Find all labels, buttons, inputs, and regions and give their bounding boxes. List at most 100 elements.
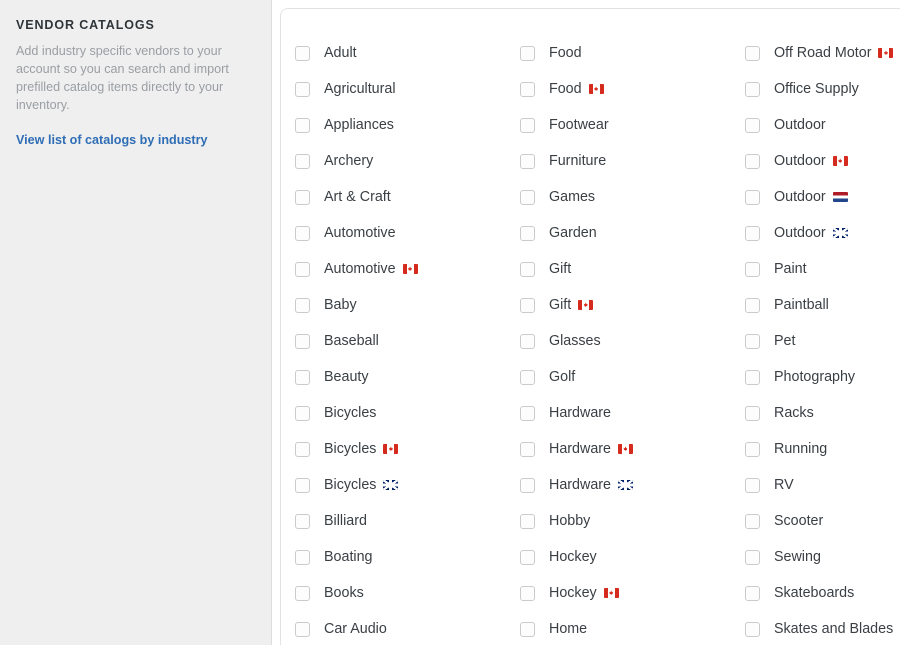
checkbox-icon[interactable]: [520, 262, 535, 277]
checkbox-icon[interactable]: [520, 226, 535, 241]
catalog-checkbox-row[interactable]: Outdoor: [745, 107, 900, 143]
checkbox-icon[interactable]: [520, 154, 535, 169]
catalog-checkbox-row[interactable]: Boating: [295, 539, 520, 575]
checkbox-icon[interactable]: [520, 406, 535, 421]
checkbox-icon[interactable]: [295, 406, 310, 421]
checkbox-icon[interactable]: [745, 586, 760, 601]
catalog-checkbox-row[interactable]: Hardware: [520, 431, 745, 467]
catalog-checkbox-row[interactable]: Bicycles: [295, 395, 520, 431]
checkbox-icon[interactable]: [745, 370, 760, 385]
catalog-checkbox-row[interactable]: Outdoor: [745, 215, 900, 251]
checkbox-icon[interactable]: [520, 298, 535, 313]
catalog-checkbox-row[interactable]: Skates and Blades: [745, 611, 900, 645]
checkbox-icon[interactable]: [520, 190, 535, 205]
catalog-checkbox-row[interactable]: Glasses: [520, 323, 745, 359]
catalog-checkbox-row[interactable]: Beauty: [295, 359, 520, 395]
checkbox-icon[interactable]: [295, 226, 310, 241]
catalog-checkbox-row[interactable]: Games: [520, 179, 745, 215]
catalog-checkbox-row[interactable]: Sewing: [745, 539, 900, 575]
checkbox-icon[interactable]: [295, 334, 310, 349]
catalog-checkbox-row[interactable]: Garden: [520, 215, 745, 251]
checkbox-icon[interactable]: [745, 622, 760, 637]
catalog-checkbox-row[interactable]: Agricultural: [295, 71, 520, 107]
checkbox-icon[interactable]: [745, 46, 760, 61]
catalog-checkbox-row[interactable]: Office Supply: [745, 71, 900, 107]
checkbox-icon[interactable]: [745, 226, 760, 241]
catalog-checkbox-row[interactable]: Gift: [520, 251, 745, 287]
catalog-checkbox-row[interactable]: Photography: [745, 359, 900, 395]
catalog-checkbox-row[interactable]: Adult: [295, 35, 520, 71]
catalog-checkbox-row[interactable]: Food: [520, 71, 745, 107]
checkbox-icon[interactable]: [295, 82, 310, 97]
checkbox-icon[interactable]: [745, 298, 760, 313]
checkbox-icon[interactable]: [520, 82, 535, 97]
checkbox-icon[interactable]: [745, 262, 760, 277]
catalog-checkbox-row[interactable]: Bicycles: [295, 431, 520, 467]
catalog-checkbox-row[interactable]: Racks: [745, 395, 900, 431]
checkbox-icon[interactable]: [295, 622, 310, 637]
checkbox-icon[interactable]: [295, 190, 310, 205]
catalog-checkbox-row[interactable]: Home: [520, 611, 745, 645]
catalog-checkbox-row[interactable]: Billiard: [295, 503, 520, 539]
catalog-checkbox-row[interactable]: Golf: [520, 359, 745, 395]
checkbox-icon[interactable]: [295, 442, 310, 457]
catalog-checkbox-row[interactable]: Furniture: [520, 143, 745, 179]
catalog-checkbox-row[interactable]: Books: [295, 575, 520, 611]
catalog-checkbox-row[interactable]: Baseball: [295, 323, 520, 359]
catalog-checkbox-row[interactable]: Archery: [295, 143, 520, 179]
checkbox-icon[interactable]: [745, 406, 760, 421]
checkbox-icon[interactable]: [745, 334, 760, 349]
checkbox-icon[interactable]: [295, 262, 310, 277]
checkbox-icon[interactable]: [520, 514, 535, 529]
catalog-checkbox-row[interactable]: RV: [745, 467, 900, 503]
checkbox-icon[interactable]: [520, 478, 535, 493]
checkbox-icon[interactable]: [295, 298, 310, 313]
catalog-checkbox-row[interactable]: Paint: [745, 251, 900, 287]
checkbox-icon[interactable]: [520, 370, 535, 385]
checkbox-icon[interactable]: [295, 370, 310, 385]
checkbox-icon[interactable]: [745, 514, 760, 529]
checkbox-icon[interactable]: [520, 334, 535, 349]
catalog-checkbox-row[interactable]: Running: [745, 431, 900, 467]
catalog-checkbox-row[interactable]: Car Audio: [295, 611, 520, 645]
checkbox-icon[interactable]: [520, 118, 535, 133]
checkbox-icon[interactable]: [745, 478, 760, 493]
checkbox-icon[interactable]: [745, 82, 760, 97]
catalog-checkbox-row[interactable]: Pet: [745, 323, 900, 359]
checkbox-icon[interactable]: [520, 550, 535, 565]
checkbox-icon[interactable]: [295, 550, 310, 565]
catalog-checkbox-row[interactable]: Skateboards: [745, 575, 900, 611]
catalog-checkbox-row[interactable]: Appliances: [295, 107, 520, 143]
catalog-checkbox-row[interactable]: Hockey: [520, 539, 745, 575]
catalog-checkbox-row[interactable]: Outdoor: [745, 143, 900, 179]
checkbox-icon[interactable]: [745, 118, 760, 133]
catalog-checkbox-row[interactable]: Automotive: [295, 215, 520, 251]
catalog-checkbox-row[interactable]: Art & Craft: [295, 179, 520, 215]
checkbox-icon[interactable]: [295, 46, 310, 61]
view-catalogs-by-industry-link[interactable]: View list of catalogs by industry: [16, 132, 208, 148]
checkbox-icon[interactable]: [520, 46, 535, 61]
catalog-checkbox-row[interactable]: Hobby: [520, 503, 745, 539]
checkbox-icon[interactable]: [295, 514, 310, 529]
catalog-checkbox-row[interactable]: Gift: [520, 287, 745, 323]
catalog-checkbox-row[interactable]: Scooter: [745, 503, 900, 539]
checkbox-icon[interactable]: [295, 118, 310, 133]
catalog-checkbox-row[interactable]: Off Road Motor: [745, 35, 900, 71]
catalog-checkbox-row[interactable]: Bicycles: [295, 467, 520, 503]
checkbox-icon[interactable]: [745, 154, 760, 169]
catalog-checkbox-row[interactable]: Hardware: [520, 395, 745, 431]
catalog-checkbox-row[interactable]: Automotive: [295, 251, 520, 287]
checkbox-icon[interactable]: [745, 190, 760, 205]
checkbox-icon[interactable]: [295, 478, 310, 493]
checkbox-icon[interactable]: [520, 442, 535, 457]
checkbox-icon[interactable]: [520, 622, 535, 637]
checkbox-icon[interactable]: [745, 550, 760, 565]
catalog-checkbox-row[interactable]: Hardware: [520, 467, 745, 503]
catalog-checkbox-row[interactable]: Baby: [295, 287, 520, 323]
checkbox-icon[interactable]: [745, 442, 760, 457]
catalog-checkbox-row[interactable]: Paintball: [745, 287, 900, 323]
checkbox-icon[interactable]: [520, 586, 535, 601]
catalog-checkbox-row[interactable]: Food: [520, 35, 745, 71]
checkbox-icon[interactable]: [295, 154, 310, 169]
checkbox-icon[interactable]: [295, 586, 310, 601]
